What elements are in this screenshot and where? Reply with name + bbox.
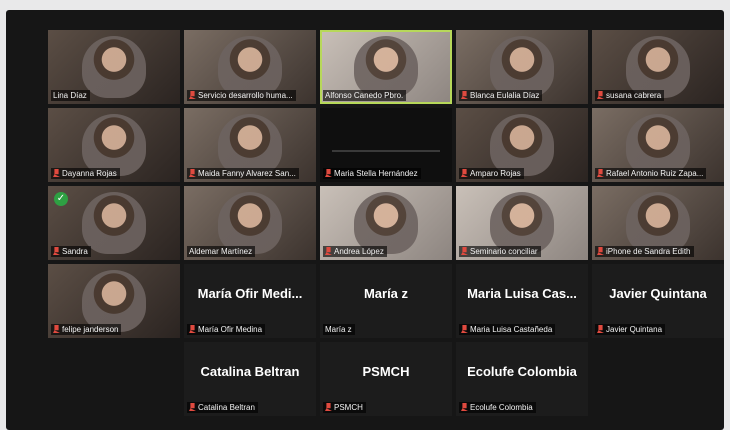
participant-video xyxy=(218,36,282,98)
microphone-muted-icon xyxy=(461,91,468,99)
participant-video xyxy=(82,192,146,254)
participant-tile[interactable]: Javier Quintana Javier Quintana xyxy=(592,264,724,338)
participant-name: Andrea López xyxy=(323,246,387,257)
participant-tile[interactable]: Ecolufe Colombia Ecolufe Colombia xyxy=(456,342,588,416)
microphone-muted-icon xyxy=(189,91,196,99)
participant-name: Rafael Antonio Ruiz Zapa... xyxy=(595,168,707,179)
participant-name: Dayanna Rojas xyxy=(51,168,120,179)
microphone-muted-icon xyxy=(461,169,468,177)
microphone-muted-icon xyxy=(53,247,60,255)
participant-tile[interactable]: PSMCH PSMCH xyxy=(320,342,452,416)
participant-name-large: Maria Luisa Cas... xyxy=(467,286,577,301)
participant-name: María Ofir Medina xyxy=(187,324,266,335)
participant-tile[interactable]: Maria Stella Hernández xyxy=(320,108,452,182)
microphone-muted-icon xyxy=(53,169,60,177)
participant-tile[interactable]: Servicio desarrollo huma... xyxy=(184,30,316,104)
participant-tile[interactable]: Lina Díaz xyxy=(48,30,180,104)
participant-name: iPhone de Sandra Edith xyxy=(595,246,694,257)
participant-name: Lina Díaz xyxy=(51,90,90,101)
participant-video xyxy=(626,192,690,254)
microphone-muted-icon xyxy=(597,91,604,99)
screen-placeholder xyxy=(332,150,440,152)
participant-video xyxy=(490,36,554,98)
participant-name: Aldemar Martínez xyxy=(187,246,256,257)
participant-name: PSMCH xyxy=(323,402,366,413)
participant-name: Ecolufe Colombia xyxy=(459,402,536,413)
participant-name: Alfonso Canedo Pbro. xyxy=(323,90,407,101)
participant-name: Maria Luisa Castañeda xyxy=(459,324,556,335)
participant-name-large: María z xyxy=(363,286,409,301)
video-conference-gallery: Lina Díaz Servicio desarrollo huma... Al… xyxy=(6,10,724,430)
microphone-muted-icon xyxy=(325,403,332,411)
participant-name: susana cabrera xyxy=(595,90,665,101)
microphone-muted-icon xyxy=(597,325,604,333)
participant-tile[interactable]: susana cabrera xyxy=(592,30,724,104)
participant-tile[interactable]: iPhone de Sandra Edith xyxy=(592,186,724,260)
participant-tile[interactable]: Seminario conciliar xyxy=(456,186,588,260)
participant-tile[interactable]: felipe janderson xyxy=(48,264,180,338)
participant-tile[interactable]: Dayanna Rojas xyxy=(48,108,180,182)
participant-video xyxy=(354,192,418,254)
participant-video xyxy=(218,192,282,254)
participant-name-large: Ecolufe Colombia xyxy=(467,364,577,379)
microphone-muted-icon xyxy=(189,403,196,411)
microphone-muted-icon xyxy=(325,247,332,255)
participant-tile[interactable]: Rafael Antonio Ruiz Zapa... xyxy=(592,108,724,182)
participant-video xyxy=(82,270,146,332)
participant-video xyxy=(490,114,554,176)
participant-video xyxy=(354,36,418,98)
participant-name: Maria Stella Hernández xyxy=(323,168,421,179)
participant-name-large: Catalina Beltran xyxy=(200,364,300,379)
participant-tile-active-speaker[interactable]: Alfonso Canedo Pbro. xyxy=(320,30,452,104)
participant-video xyxy=(218,114,282,176)
participant-tile[interactable]: María Ofir Medi... María Ofir Medina xyxy=(184,264,316,338)
participant-video xyxy=(490,192,554,254)
participant-tile[interactable]: Catalina Beltran Catalina Beltran xyxy=(184,342,316,416)
microphone-muted-icon xyxy=(461,325,468,333)
participant-name: Blanca Eulalia Díaz xyxy=(459,90,543,101)
participant-name: María z xyxy=(323,324,355,335)
participant-tile[interactable]: ✓ Sandra xyxy=(48,186,180,260)
participant-name: Maida Fanny Alvarez San... xyxy=(187,168,299,179)
microphone-muted-icon xyxy=(597,247,604,255)
participant-name-large: PSMCH xyxy=(362,364,410,379)
participant-tile[interactable]: Amparo Rojas xyxy=(456,108,588,182)
participant-name: felipe janderson xyxy=(51,324,122,335)
microphone-muted-icon xyxy=(53,325,60,333)
participant-tile[interactable]: Andrea López xyxy=(320,186,452,260)
participant-name-large: Javier Quintana xyxy=(609,286,707,301)
microphone-muted-icon xyxy=(189,169,196,177)
participant-name: Sandra xyxy=(51,246,91,257)
participant-tile[interactable]: Aldemar Martínez xyxy=(184,186,316,260)
microphone-muted-icon xyxy=(189,325,196,333)
participant-video xyxy=(626,36,690,98)
participant-video xyxy=(626,114,690,176)
participant-name-large: María Ofir Medi... xyxy=(197,286,303,301)
microphone-muted-icon xyxy=(461,247,468,255)
participant-name: Javier Quintana xyxy=(595,324,666,335)
participant-tile[interactable]: Maida Fanny Alvarez San... xyxy=(184,108,316,182)
participant-video xyxy=(82,114,146,176)
participant-tile[interactable]: Maria Luisa Cas... Maria Luisa Castañeda xyxy=(456,264,588,338)
microphone-muted-icon xyxy=(597,169,604,177)
participant-name: Amparo Rojas xyxy=(459,168,524,179)
microphone-muted-icon xyxy=(461,403,468,411)
participant-video xyxy=(82,36,146,98)
participant-tile[interactable]: María z María z xyxy=(320,264,452,338)
participant-tile[interactable]: Blanca Eulalia Díaz xyxy=(456,30,588,104)
microphone-muted-icon xyxy=(325,169,332,177)
participant-name: Catalina Beltran xyxy=(187,402,258,413)
participant-name: Seminario conciliar xyxy=(459,246,541,257)
check-circle-icon: ✓ xyxy=(54,192,68,206)
participant-name: Servicio desarrollo huma... xyxy=(187,90,296,101)
